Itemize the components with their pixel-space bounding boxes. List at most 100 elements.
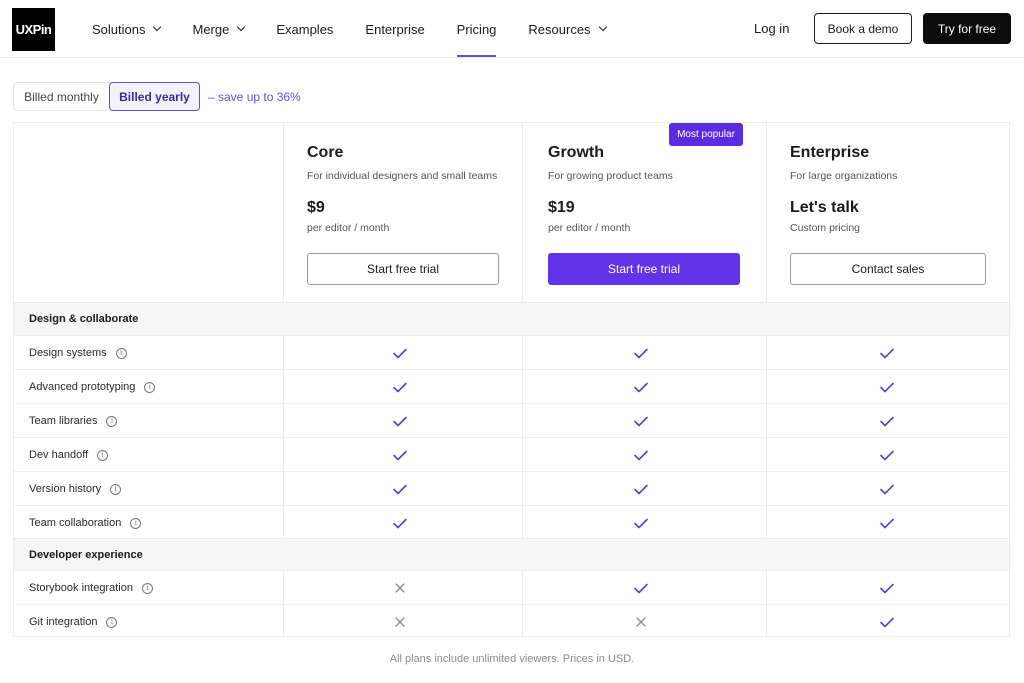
growth-start-trial-button[interactable]: Start free trial	[548, 253, 740, 285]
nav-solutions-label: Solutions	[92, 21, 146, 37]
nav-merge[interactable]: Merge	[192, 0, 246, 58]
section-header-developer-experience: Developer experience	[14, 538, 1009, 571]
check-icon	[390, 411, 410, 431]
chevron-down-icon	[598, 22, 607, 32]
info-icon[interactable]: i	[106, 616, 118, 628]
plan-price: $9	[307, 199, 325, 216]
feature-row-design-systems: Design systems i	[14, 335, 1009, 369]
info-icon[interactable]: i	[144, 381, 156, 393]
check-icon	[877, 445, 897, 465]
feature-row-team-collaboration: Team collaboration i	[14, 505, 1009, 539]
book-demo-button[interactable]: Book a demo	[814, 13, 912, 44]
plan-name: Enterprise	[790, 144, 870, 161]
check-icon	[390, 479, 410, 499]
check-icon	[390, 377, 410, 397]
check-icon	[631, 513, 651, 533]
check-icon	[631, 411, 651, 431]
feature-row-version-history: Version history i	[14, 471, 1009, 505]
feature-row-dev-handoff: Dev handoff i	[14, 437, 1009, 471]
plan-price-note: per editor / month	[307, 222, 390, 234]
nav-examples-label: Examples	[276, 21, 334, 37]
info-icon[interactable]: i	[110, 483, 122, 495]
plan-name: Core	[307, 144, 344, 161]
billed-monthly-toggle[interactable]: Billed monthly	[13, 82, 109, 111]
nav-resources-label: Resources	[528, 21, 591, 37]
save-note: – save up to 36%	[208, 90, 301, 104]
pricing-comparison-table: Core For individual designers and small …	[13, 122, 1010, 637]
plan-description: For individual designers and small teams	[307, 170, 498, 182]
plan-core: Core For individual designers and small …	[307, 123, 499, 302]
check-icon	[631, 578, 651, 598]
check-icon	[877, 411, 897, 431]
top-navigation-bar: UXPin Solutions Merge Examples Enterpris…	[0, 0, 1024, 58]
check-icon	[877, 343, 897, 363]
feature-name: Team libraries	[29, 415, 98, 427]
feature-label: Dev handoff i	[29, 449, 109, 461]
nav-enterprise[interactable]: Enterprise	[365, 0, 424, 58]
cross-icon	[631, 612, 651, 632]
feature-label: Version history i	[29, 483, 122, 495]
check-icon	[877, 578, 897, 598]
info-icon[interactable]: i	[141, 582, 153, 594]
info-icon[interactable]: i	[97, 449, 109, 461]
core-start-trial-button[interactable]: Start free trial	[307, 253, 499, 285]
nav-merge-label: Merge	[192, 21, 230, 37]
nav-solutions[interactable]: Solutions	[92, 0, 162, 58]
feature-label: Git integration i	[29, 616, 118, 628]
pricing-footnote: All plans include unlimited viewers. Pri…	[389, 653, 635, 665]
feature-row-team-libraries: Team libraries i	[14, 403, 1009, 437]
plan-price-note: per editor / month	[548, 222, 631, 234]
feature-name: Git integration	[29, 616, 98, 628]
plan-price: $19	[548, 199, 575, 216]
feature-row-storybook-integration: Storybook integration i	[14, 570, 1009, 604]
check-icon	[877, 513, 897, 533]
feature-name: Advanced prototyping	[29, 381, 136, 393]
feature-row-advanced-prototyping: Advanced prototyping i	[14, 369, 1009, 403]
plan-name: Growth	[548, 144, 604, 161]
section-title: Design & collaborate	[29, 313, 139, 325]
check-icon	[631, 377, 651, 397]
billed-yearly-toggle[interactable]: Billed yearly	[109, 82, 200, 111]
plan-enterprise: Enterprise For large organizations Let's…	[790, 123, 986, 302]
plan-growth: Growth For growing product teams $19 per…	[548, 123, 740, 302]
feature-label: Design systems i	[29, 347, 127, 359]
feature-name: Design systems	[29, 347, 107, 359]
feature-label: Storybook integration i	[29, 582, 153, 594]
uxpin-logo[interactable]: UXPin	[12, 8, 55, 51]
check-icon	[877, 377, 897, 397]
check-icon	[631, 343, 651, 363]
login-link[interactable]: Log in	[754, 21, 789, 36]
feature-name: Storybook integration	[29, 582, 133, 594]
check-icon	[631, 445, 651, 465]
nav-pricing-label: Pricing	[456, 21, 497, 37]
feature-name: Dev handoff	[29, 449, 89, 461]
info-icon[interactable]: i	[115, 347, 127, 359]
chevron-down-icon	[237, 22, 246, 32]
plan-description: For large organizations	[790, 170, 898, 182]
main-nav: Solutions Merge Examples Enterprise Pric…	[92, 0, 638, 58]
chevron-down-icon	[153, 22, 162, 32]
feature-name: Version history	[29, 483, 102, 495]
check-icon	[390, 343, 410, 363]
cross-icon	[390, 578, 410, 598]
info-icon[interactable]: i	[130, 517, 142, 529]
feature-label: Team libraries i	[29, 415, 118, 427]
feature-label: Advanced prototyping i	[29, 381, 156, 393]
feature-row-git-integration: Git integration i	[14, 604, 1009, 638]
info-icon[interactable]: i	[106, 415, 118, 427]
check-icon	[390, 445, 410, 465]
nav-pricing[interactable]: Pricing	[456, 0, 497, 58]
section-title: Developer experience	[29, 549, 143, 561]
plan-price-note: Custom pricing	[790, 222, 861, 234]
nav-resources[interactable]: Resources	[528, 0, 607, 58]
section-header-design-collaborate: Design & collaborate	[14, 302, 1009, 335]
contact-sales-button[interactable]: Contact sales	[790, 253, 986, 285]
nav-enterprise-label: Enterprise	[365, 21, 425, 37]
try-for-free-button[interactable]: Try for free	[923, 13, 1011, 44]
feature-label: Team collaboration i	[29, 517, 142, 529]
nav-examples[interactable]: Examples	[276, 0, 333, 58]
check-icon	[631, 479, 651, 499]
check-icon	[390, 513, 410, 533]
check-icon	[877, 479, 897, 499]
cross-icon	[390, 612, 410, 632]
